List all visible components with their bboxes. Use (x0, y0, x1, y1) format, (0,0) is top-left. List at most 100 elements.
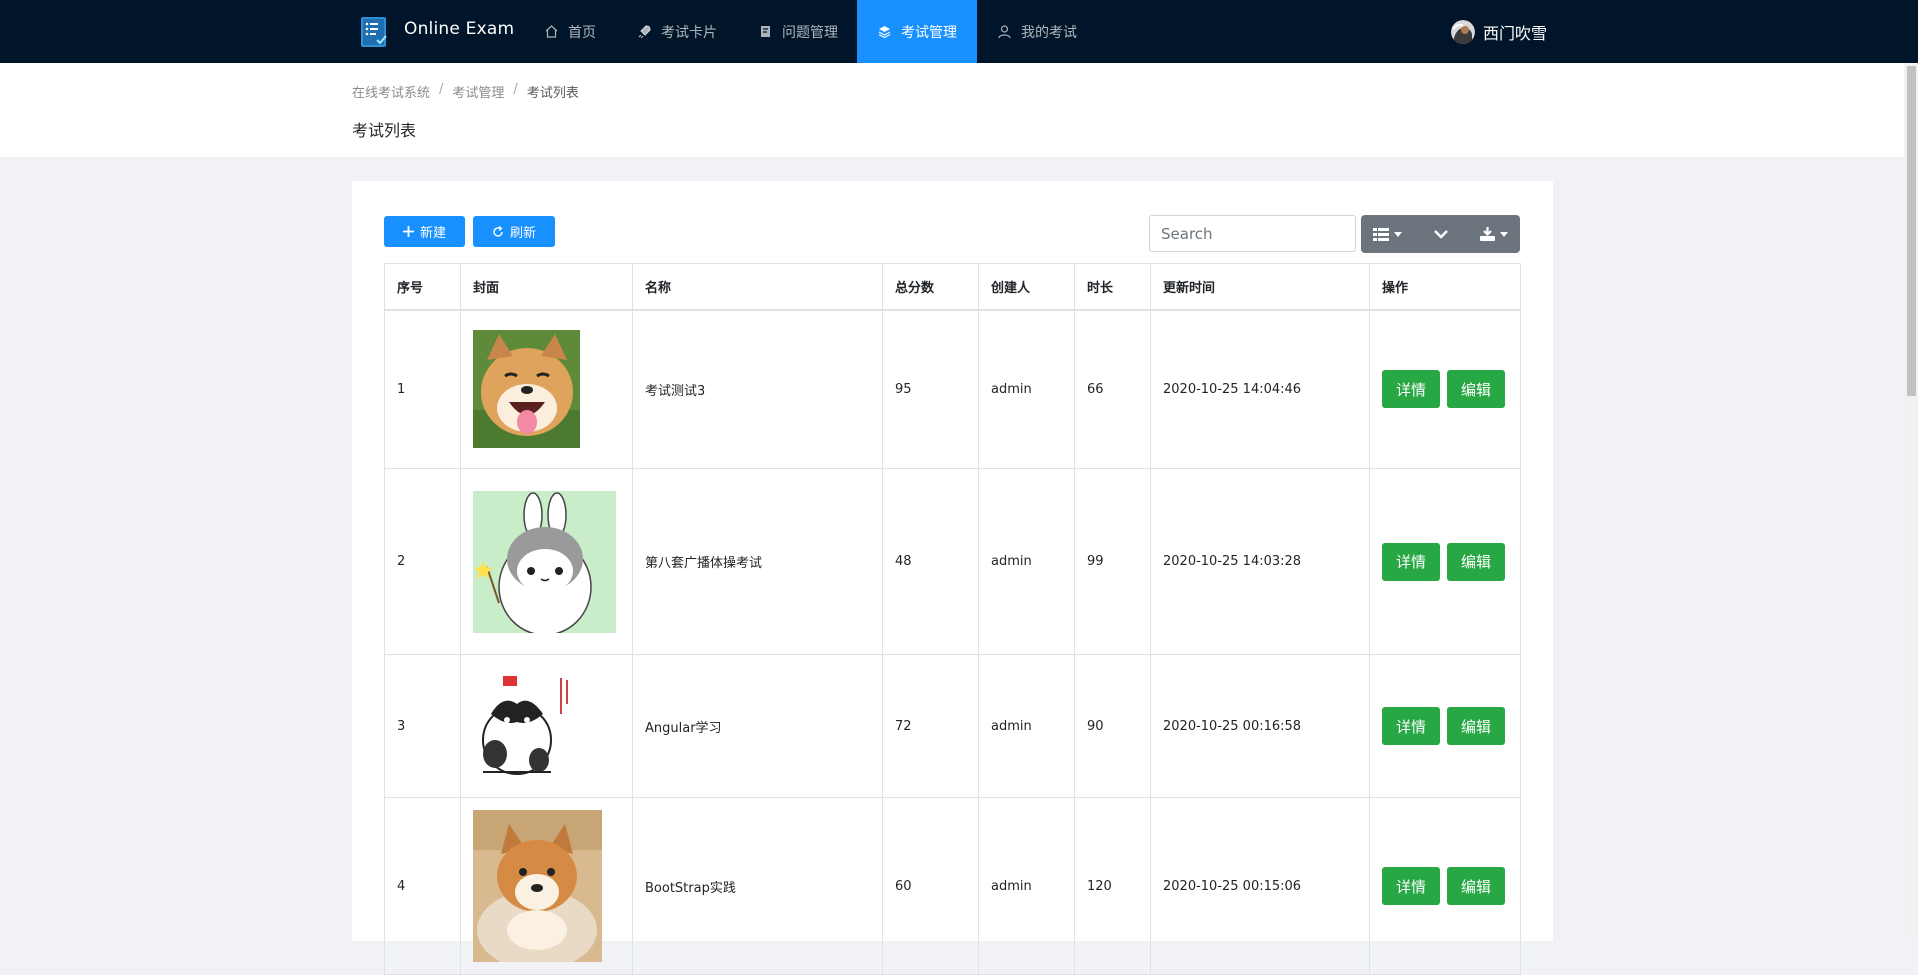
cell-creator: admin (978, 654, 1075, 798)
cell-updated: 2020-10-25 14:04:46 (1150, 309, 1370, 469)
column-header-duration[interactable]: 时长 (1074, 263, 1151, 311)
export-button[interactable] (1467, 215, 1520, 253)
detail-button[interactable]: 详情 (1382, 707, 1440, 745)
home-icon (544, 24, 559, 39)
cell-index: 2 (384, 468, 461, 655)
nav-item-exam-management[interactable]: 考试管理 (857, 0, 977, 63)
scrollbar-thumb[interactable] (1907, 66, 1916, 396)
cover-image-shiba-puppy (473, 810, 602, 962)
cell-duration: 120 (1074, 797, 1151, 975)
cell-updated: 2020-10-25 00:15:06 (1150, 797, 1370, 975)
cell-index: 1 (384, 309, 461, 469)
columns-toggle-button[interactable] (1361, 215, 1414, 253)
expand-button[interactable] (1414, 215, 1467, 253)
table-row: 3 Angular学习 72 admin 90 2020-10-25 00:16… (384, 654, 1521, 798)
page-title: 考试列表 (352, 121, 417, 140)
cell-creator: admin (978, 468, 1075, 655)
cell-index: 4 (384, 797, 461, 975)
nav-item-home[interactable]: 首页 (544, 0, 596, 63)
cell-duration: 99 (1074, 468, 1151, 655)
cell-duration: 90 (1074, 654, 1151, 798)
caret-down-icon (1394, 231, 1402, 237)
table-row: 4 BootStrap实践 60 admin 120 2020-10-25 00… (384, 797, 1521, 975)
refresh-icon (492, 225, 504, 238)
cell-name: 第八套广播体操考试 (632, 468, 883, 655)
search-input[interactable] (1149, 215, 1356, 252)
column-header-index[interactable]: 序号 (384, 263, 461, 311)
nav-item-label: 我的考试 (1021, 24, 1077, 41)
download-icon (1479, 227, 1495, 241)
edit-button[interactable]: 编辑 (1447, 370, 1505, 409)
cell-creator: admin (978, 797, 1075, 975)
column-header-cover[interactable]: 封面 (460, 263, 633, 311)
breadcrumb-item-exam-management[interactable]: 考试管理 (452, 82, 504, 101)
app-title[interactable]: Online Exam (404, 19, 514, 39)
cell-updated: 2020-10-25 00:16:58 (1150, 654, 1370, 798)
cell-creator: admin (978, 309, 1075, 469)
nav-item-label: 首页 (568, 24, 596, 41)
cell-score: 48 (882, 468, 979, 655)
nav-item-my-exams[interactable]: 我的考试 (997, 0, 1077, 63)
user-name: 西门吹雪 (1483, 24, 1548, 43)
column-header-name[interactable]: 名称 (632, 263, 883, 311)
cell-score: 60 (882, 797, 979, 975)
layers-icon (877, 24, 892, 39)
nav-item-exam-cards[interactable]: 考试卡片 (637, 0, 717, 63)
edit-button[interactable]: 编辑 (1447, 707, 1505, 745)
cover-image-shiba-smiling (473, 330, 580, 449)
cell-name: BootStrap实践 (632, 797, 883, 975)
new-exam-button[interactable]: 新建 (384, 216, 465, 247)
user-menu[interactable]: 西门吹雪 (1451, 20, 1547, 44)
caret-down-icon (1499, 231, 1508, 237)
table-row: 2 第八套广播体操考试 48 admin 99 2020-10-25 14:03… (384, 468, 1521, 655)
breadcrumb-separator: / (513, 82, 518, 97)
breadcrumb-item-current: 考试列表 (526, 86, 579, 101)
column-header-score[interactable]: 总分数 (882, 263, 979, 311)
nav-item-label: 问题管理 (782, 24, 838, 41)
detail-button[interactable]: 详情 (1382, 370, 1440, 409)
cell-index: 3 (384, 654, 461, 798)
app-logo-icon[interactable] (361, 17, 390, 47)
new-exam-label: 新建 (419, 226, 446, 241)
plus-icon (402, 226, 414, 237)
table-tools-group (1361, 215, 1520, 253)
breadcrumb-item-system[interactable]: 在线考试系统 (352, 82, 430, 101)
chevron-down-icon (1433, 229, 1448, 239)
page-scrollbar[interactable] (1904, 63, 1918, 933)
row-actions: 详情 编辑 (1382, 370, 1508, 409)
row-actions: 详情 编辑 (1382, 707, 1508, 745)
cell-updated: 2020-10-25 14:03:28 (1150, 468, 1370, 655)
breadcrumb-separator: / (439, 82, 444, 97)
cell-score: 72 (882, 654, 979, 798)
avatar (1451, 20, 1475, 44)
nav-item-question-management[interactable]: 问题管理 (758, 0, 838, 63)
row-actions: 详情 编辑 (1382, 867, 1508, 905)
nav-item-label: 考试卡片 (661, 24, 717, 41)
refresh-label: 刷新 (509, 226, 536, 241)
column-header-updated[interactable]: 更新时间 (1150, 263, 1370, 311)
top-navbar: Online Exam 首页 考试卡片 问题管理 考试管理 我的考试 西门吹雪 (0, 0, 1918, 63)
cover-image-cartoon-cat (473, 674, 577, 778)
rocket-icon (637, 24, 652, 39)
column-header-actions: 操作 (1369, 263, 1521, 311)
list-icon (1373, 227, 1389, 241)
edit-button[interactable]: 编辑 (1447, 542, 1505, 581)
cover-image-cartoon-rabbit (473, 490, 616, 633)
row-actions: 详情 编辑 (1382, 542, 1508, 581)
cell-name: 考试测试3 (632, 309, 883, 469)
nav-item-label: 考试管理 (901, 24, 957, 41)
cell-duration: 66 (1074, 309, 1151, 469)
book-icon (758, 24, 773, 39)
refresh-button[interactable]: 刷新 (473, 216, 555, 247)
column-header-creator[interactable]: 创建人 (978, 263, 1075, 311)
table-row: 1 考试测试3 95 admin 66 2020-10-25 14:04:46 … (384, 309, 1521, 469)
cell-name: Angular学习 (632, 654, 883, 798)
table-header-row: 序号 封面 名称 总分数 创建人 时长 更新时间 操作 (384, 263, 1521, 311)
detail-button[interactable]: 详情 (1382, 867, 1440, 905)
detail-button[interactable]: 详情 (1382, 542, 1440, 581)
cell-score: 95 (882, 309, 979, 469)
user-icon (997, 24, 1012, 39)
exam-table: 序号 封面 名称 总分数 创建人 时长 更新时间 操作 1 考试测试3 95 a… (384, 263, 1521, 975)
edit-button[interactable]: 编辑 (1447, 867, 1505, 905)
breadcrumb: 在线考试系统 / 考试管理 / 考试列表 (352, 82, 579, 101)
